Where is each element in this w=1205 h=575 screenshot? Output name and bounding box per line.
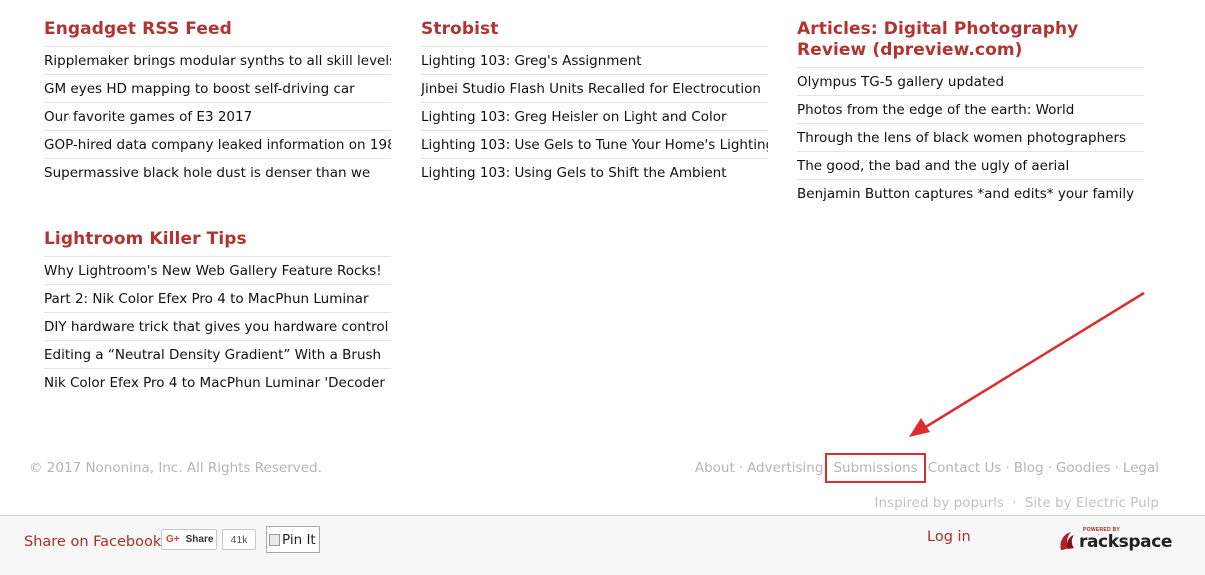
footer-link-legal[interactable]: Legal bbox=[1123, 460, 1159, 476]
feed-item-link[interactable]: Lighting 103: Using Gels to Shift the Am… bbox=[421, 158, 768, 186]
google-plus-share-button[interactable]: G+ Share bbox=[161, 529, 217, 550]
rackspace-logo-icon bbox=[1060, 532, 1074, 550]
share-count-badge: 41k bbox=[222, 529, 256, 550]
feed-item-link[interactable]: Lighting 103: Greg Heisler on Light and … bbox=[421, 102, 768, 130]
feed-item-link[interactable]: Lighting 103: Use Gels to Tune Your Home… bbox=[421, 130, 768, 158]
footer-separator: · bbox=[1005, 460, 1010, 476]
credit-popurls-link[interactable]: Inspired by popurls bbox=[875, 495, 1004, 511]
feed-item-link[interactable]: GM eyes HD mapping to boost self-driving… bbox=[44, 74, 391, 102]
footer-link-advertising[interactable]: Advertising bbox=[747, 460, 823, 476]
arrow-head bbox=[909, 418, 930, 437]
feed-list: Olympus TG-5 gallery updated Photos from… bbox=[797, 67, 1144, 207]
feed-item-link[interactable]: Through the lens of black women photogra… bbox=[797, 123, 1144, 151]
feed-title[interactable]: Engadget RSS Feed bbox=[44, 19, 391, 40]
rackspace-logo[interactable]: POWERED BY rackspace bbox=[1057, 524, 1172, 554]
arrow-shaft bbox=[923, 291, 1145, 430]
feed-item-link[interactable]: Photos from the edge of the earth: World bbox=[797, 95, 1144, 123]
feed-item-link[interactable]: Jinbei Studio Flash Units Recalled for E… bbox=[421, 74, 768, 102]
share-bar: Share on Facebook G+ Share 41k Pin It Lo… bbox=[0, 515, 1205, 575]
feed-dpreview: Articles: Digital Photography Review (dp… bbox=[797, 19, 1144, 207]
feed-item-link[interactable]: Benjamin Button captures *and edits* you… bbox=[797, 179, 1144, 207]
google-plus-share-label: Share bbox=[185, 534, 214, 545]
copyright-text: © 2017 Nononina, Inc. All Rights Reserve… bbox=[29, 460, 322, 476]
feed-list: Ripplemaker brings modular synths to all… bbox=[44, 46, 391, 186]
share-facebook-link[interactable]: Share on Facebook bbox=[24, 534, 161, 550]
footer-nav: About · Advertising Submissions Contact … bbox=[695, 453, 1159, 483]
feed-strobist: Strobist Lighting 103: Greg's Assignment… bbox=[421, 19, 768, 186]
feed-item-link[interactable]: The good, the bad and the ugly of aerial bbox=[797, 151, 1144, 179]
feed-title[interactable]: Articles: Digital Photography Review (dp… bbox=[797, 19, 1144, 61]
feed-list: Lighting 103: Greg's Assignment Jinbei S… bbox=[421, 46, 768, 186]
footer-link-goodies[interactable]: Goodies bbox=[1056, 460, 1111, 476]
footer-link-submissions[interactable]: Submissions bbox=[825, 453, 926, 483]
feed-item-link[interactable]: Editing a “Neutral Density Gradient” Wit… bbox=[44, 340, 391, 368]
feed-list: Why Lightroom's New Web Gallery Feature … bbox=[44, 256, 391, 396]
feed-item-link[interactable]: Our favorite games of E3 2017 bbox=[44, 102, 391, 130]
footer-link-about[interactable]: About bbox=[695, 460, 735, 476]
feed-title[interactable]: Strobist bbox=[421, 19, 768, 40]
footer-separator: · bbox=[1012, 495, 1017, 511]
pin-it-label: Pin It bbox=[282, 531, 316, 548]
footer-link-blog[interactable]: Blog bbox=[1014, 460, 1044, 476]
feed-engadget: Engadget RSS Feed Ripplemaker brings mod… bbox=[44, 19, 391, 186]
footer-separator: · bbox=[1114, 460, 1119, 476]
feed-item-link[interactable]: Ripplemaker brings modular synths to all… bbox=[44, 46, 391, 74]
feed-title[interactable]: Lightroom Killer Tips bbox=[44, 229, 391, 250]
footer-separator: · bbox=[738, 460, 744, 476]
google-plus-icon: G+ bbox=[166, 534, 180, 545]
rackspace-wordmark: rackspace bbox=[1079, 532, 1173, 552]
broken-image-icon bbox=[269, 533, 280, 546]
feed-item-link[interactable]: Part 2: Nik Color Efex Pro 4 to MacPhun … bbox=[44, 284, 391, 312]
feed-item-link[interactable]: DIY hardware trick that gives you hardwa… bbox=[44, 312, 391, 340]
login-link[interactable]: Log in bbox=[927, 529, 971, 545]
pin-it-button[interactable]: Pin It bbox=[266, 526, 320, 553]
feed-item-link[interactable]: Olympus TG-5 gallery updated bbox=[797, 67, 1144, 95]
footer-separator: · bbox=[1047, 460, 1052, 476]
credit-electric-pulp-link[interactable]: Site by Electric Pulp bbox=[1025, 495, 1159, 511]
feed-item-link[interactable]: Supermassive black hole dust is denser t… bbox=[44, 158, 391, 186]
feed-item-link[interactable]: Nik Color Efex Pro 4 to MacPhun Luminar … bbox=[44, 368, 391, 396]
footer-credits: Inspired by popurls · Site by Electric P… bbox=[875, 495, 1160, 511]
feed-item-link[interactable]: Lighting 103: Greg's Assignment bbox=[421, 46, 768, 74]
footer-link-contact[interactable]: Contact Us bbox=[928, 460, 1002, 476]
feed-item-link[interactable]: Why Lightroom's New Web Gallery Feature … bbox=[44, 256, 391, 284]
feed-item-link[interactable]: GOP-hired data company leaked informatio… bbox=[44, 130, 391, 158]
feed-lightroom: Lightroom Killer Tips Why Lightroom's Ne… bbox=[44, 229, 391, 396]
